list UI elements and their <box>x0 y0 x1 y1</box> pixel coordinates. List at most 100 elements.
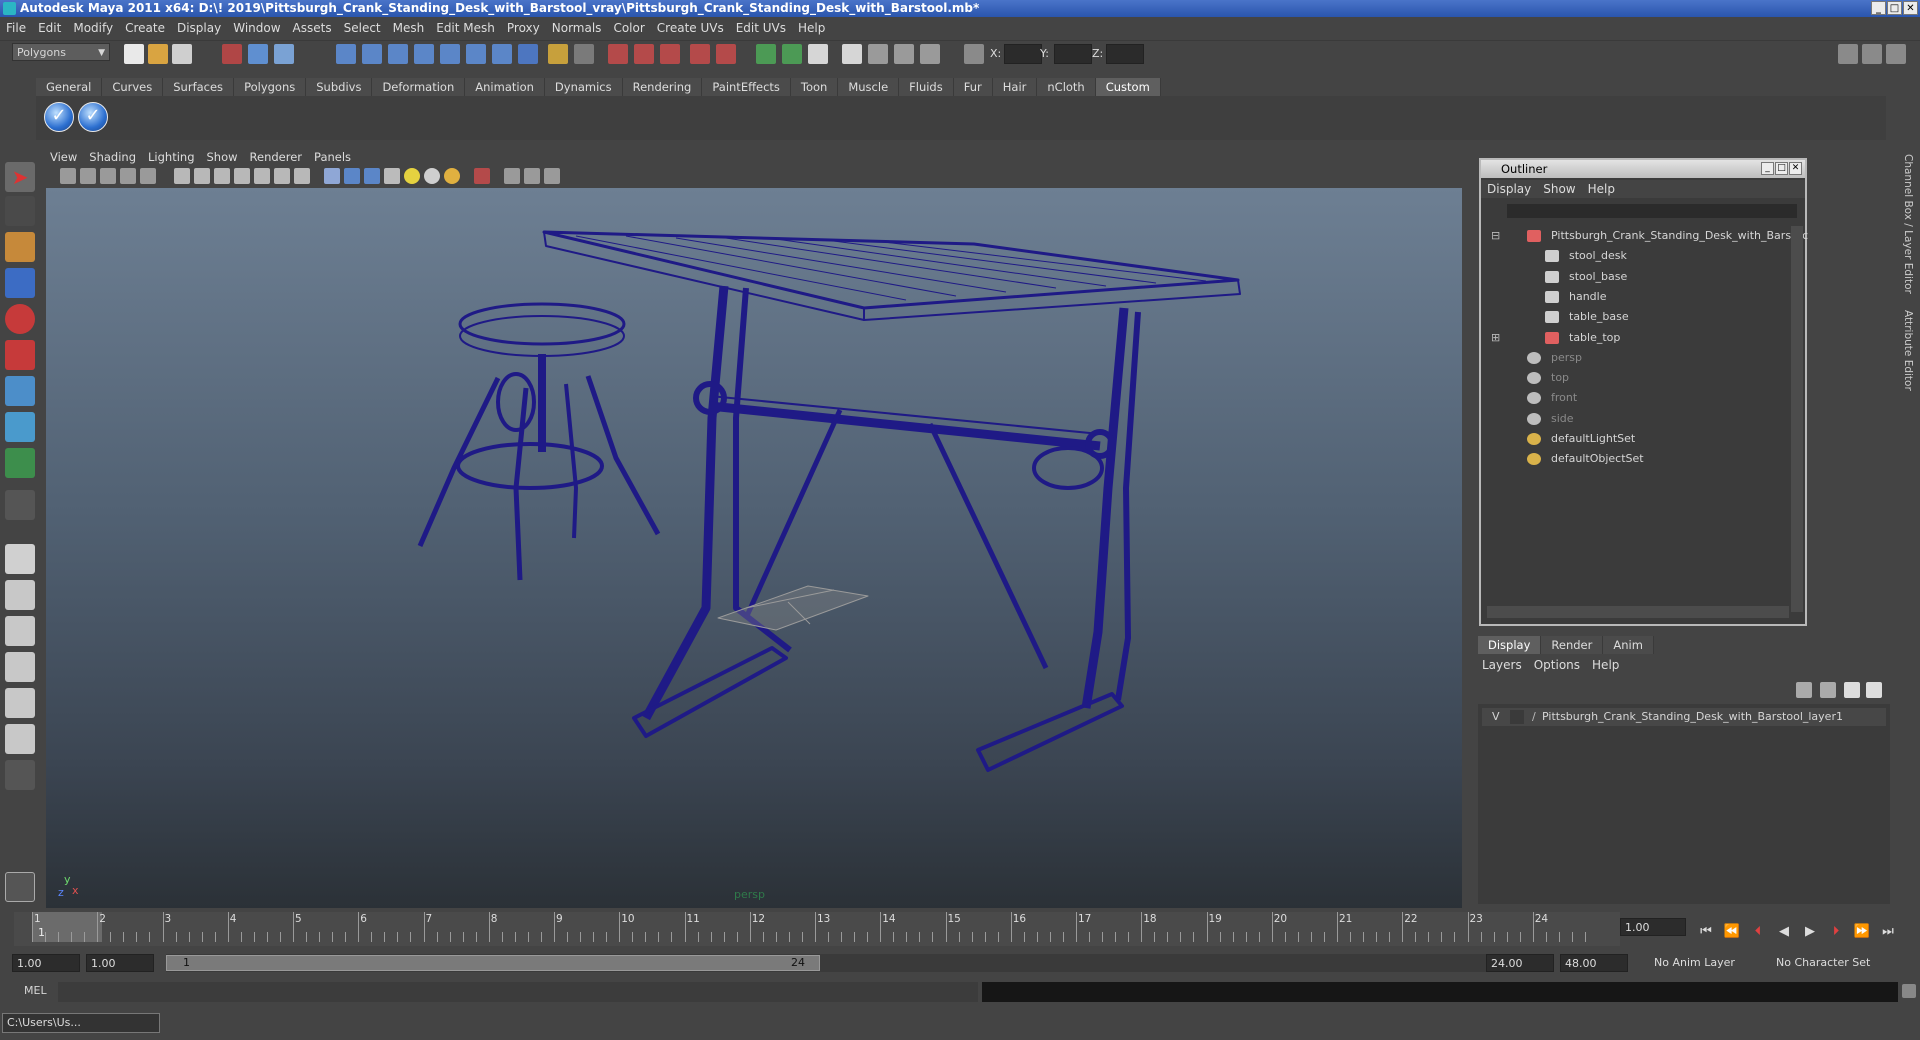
lasso-tool-icon[interactable] <box>5 196 35 226</box>
new-layer-from-selection-icon[interactable] <box>1820 682 1836 698</box>
shelf-tab-toon[interactable]: Toon <box>790 78 839 96</box>
layer-move-down-icon[interactable] <box>1866 682 1882 698</box>
safe-action-icon[interactable] <box>274 168 290 184</box>
save-scene-icon[interactable] <box>172 44 192 64</box>
shelf-tab-polygons[interactable]: Polygons <box>234 78 307 96</box>
menu-create[interactable]: Create <box>119 21 171 35</box>
select-tool-icon[interactable]: ➤ <box>5 162 35 192</box>
viewport-menu-view[interactable]: View <box>44 150 83 164</box>
menu-color[interactable]: Color <box>607 21 650 35</box>
backface-culling-icon[interactable] <box>544 168 560 184</box>
outliner-item[interactable]: table_top ⊞ <box>1487 328 1787 348</box>
smooth-shade-icon[interactable] <box>344 168 360 184</box>
dope-sheet-icon[interactable] <box>782 44 802 64</box>
four-view-layout-icon[interactable] <box>5 580 35 610</box>
shelf-checkmark-button-2[interactable]: ✓ <box>78 102 108 132</box>
attribute-editor-dock-tab[interactable]: Attribute Editor <box>1902 310 1914 391</box>
soft-modification-icon[interactable] <box>5 412 35 442</box>
outliner-maximize-button[interactable]: □ <box>1775 162 1788 175</box>
scale-tool-icon[interactable] <box>5 340 35 370</box>
menu-mesh[interactable]: Mesh <box>387 21 431 35</box>
outliner-item[interactable]: top <box>1487 368 1787 388</box>
select-component-icon[interactable] <box>274 44 294 64</box>
outliner-item[interactable]: Pittsburgh_Crank_Standing_Desk_with_Bars… <box>1487 226 1808 246</box>
shelf-tab-painteffects[interactable]: PaintEffects <box>702 78 791 96</box>
render-view-icon[interactable] <box>716 44 736 64</box>
current-time-field[interactable]: 1.00 <box>1620 918 1686 936</box>
two-d-pan-zoom-icon[interactable] <box>140 168 156 184</box>
layer-tab-display[interactable]: Display <box>1478 636 1542 654</box>
play-forwards-icon[interactable]: ▶ <box>1800 922 1820 942</box>
menu-set-selector[interactable]: Polygons ▼ <box>12 43 110 61</box>
layer-template-toggle[interactable] <box>1510 710 1524 724</box>
step-forward-icon[interactable]: ⏩ <box>1852 922 1872 942</box>
attribute-editor-icon[interactable] <box>842 44 862 64</box>
layer-move-up-icon[interactable] <box>1844 682 1860 698</box>
image-plane-icon[interactable] <box>120 168 136 184</box>
menu-window[interactable]: Window <box>227 21 286 35</box>
shelf-tab-ncloth[interactable]: nCloth <box>1037 78 1096 96</box>
expand-icon[interactable]: ⊞ <box>1491 328 1500 348</box>
use-all-lights-icon[interactable] <box>424 168 440 184</box>
outliner-item[interactable]: stool_base <box>1487 267 1787 287</box>
channel-box-icon[interactable] <box>894 44 914 64</box>
range-slider[interactable]: 1 24 <box>166 955 820 971</box>
x-coordinate-input[interactable] <box>1004 44 1042 64</box>
single-perspective-layout-icon[interactable] <box>5 544 35 574</box>
end-time-field[interactable]: 48.00 <box>1560 954 1628 972</box>
isolate-select-icon[interactable] <box>474 168 490 184</box>
wireframe-icon[interactable] <box>324 168 340 184</box>
snap-grid-icon[interactable] <box>336 44 356 64</box>
history-icon[interactable] <box>466 44 486 64</box>
new-empty-layer-icon[interactable] <box>1796 682 1812 698</box>
outliner-item[interactable]: table_base <box>1487 307 1787 327</box>
shelf-tab-hair[interactable]: Hair <box>992 78 1038 96</box>
graph-editor-icon[interactable] <box>756 44 776 64</box>
outliner-item[interactable]: stool_desk <box>1487 246 1787 266</box>
shelf-checkmark-button-1[interactable]: ✓ <box>44 102 74 132</box>
xray-joints-icon[interactable] <box>524 168 540 184</box>
go-to-end-icon[interactable]: ⏭ <box>1878 922 1898 942</box>
snap-view-plane-icon[interactable] <box>414 44 434 64</box>
select-object-icon[interactable] <box>248 44 268 64</box>
menu-file[interactable]: File <box>0 21 32 35</box>
layer-visibility-toggle[interactable]: V <box>1492 708 1500 726</box>
play-backwards-icon[interactable]: ◀ <box>1774 922 1794 942</box>
shelf-tab-curves[interactable]: Curves <box>102 78 164 96</box>
menu-proxy[interactable]: Proxy <box>501 21 546 35</box>
layer-menu-options[interactable]: Options <box>1528 658 1586 672</box>
toggle-attribute-editor-icon[interactable] <box>1838 44 1858 64</box>
ipr-render-icon[interactable] <box>634 44 654 64</box>
show-manipulator-icon[interactable] <box>5 448 35 478</box>
select-hierarchy-icon[interactable] <box>222 44 242 64</box>
anim-layer-selector[interactable]: No Anim Layer <box>1650 954 1760 972</box>
outliner-title-bar[interactable]: Outliner _ □ ✕ <box>1481 160 1805 178</box>
shelf-tab-animation[interactable]: Animation <box>465 78 545 96</box>
layer-row[interactable]: V ∕ Pittsburgh_Crank_Standing_Desk_with_… <box>1482 708 1886 726</box>
outliner-vertical-scrollbar[interactable] <box>1791 226 1803 612</box>
menu-help[interactable]: Help <box>792 21 831 35</box>
persp-graph-layout-icon[interactable] <box>5 652 35 682</box>
shadows-icon[interactable] <box>444 168 460 184</box>
lock-selection-icon[interactable] <box>548 44 568 64</box>
field-chart-icon[interactable] <box>254 168 270 184</box>
move-tool-icon[interactable] <box>5 268 35 298</box>
viewport-menu-show[interactable]: Show <box>201 150 244 164</box>
playback-start-field[interactable]: 1.00 <box>86 954 154 972</box>
taskbar-window-item[interactable]: C:\Users\Us... <box>2 1013 160 1033</box>
viewport-menu-renderer[interactable]: Renderer <box>244 150 309 164</box>
outliner-close-button[interactable]: ✕ <box>1789 162 1802 175</box>
safe-title-icon[interactable] <box>294 168 310 184</box>
layer-editor-icon[interactable] <box>920 44 940 64</box>
shelf-tab-deformation[interactable]: Deformation <box>372 78 466 96</box>
snap-point-icon[interactable] <box>388 44 408 64</box>
viewport-menu-panels[interactable]: Panels <box>308 150 357 164</box>
toggle-tool-settings-icon[interactable] <box>1862 44 1882 64</box>
layer-tab-anim[interactable]: Anim <box>1603 636 1654 654</box>
menu-normals[interactable]: Normals <box>546 21 608 35</box>
menu-modify[interactable]: Modify <box>67 21 119 35</box>
render-settings-icon[interactable] <box>660 44 680 64</box>
layer-tab-render[interactable]: Render <box>1541 636 1604 654</box>
outliner-minimize-button[interactable]: _ <box>1761 162 1774 175</box>
outliner-menu-display[interactable]: Display <box>1481 182 1537 196</box>
